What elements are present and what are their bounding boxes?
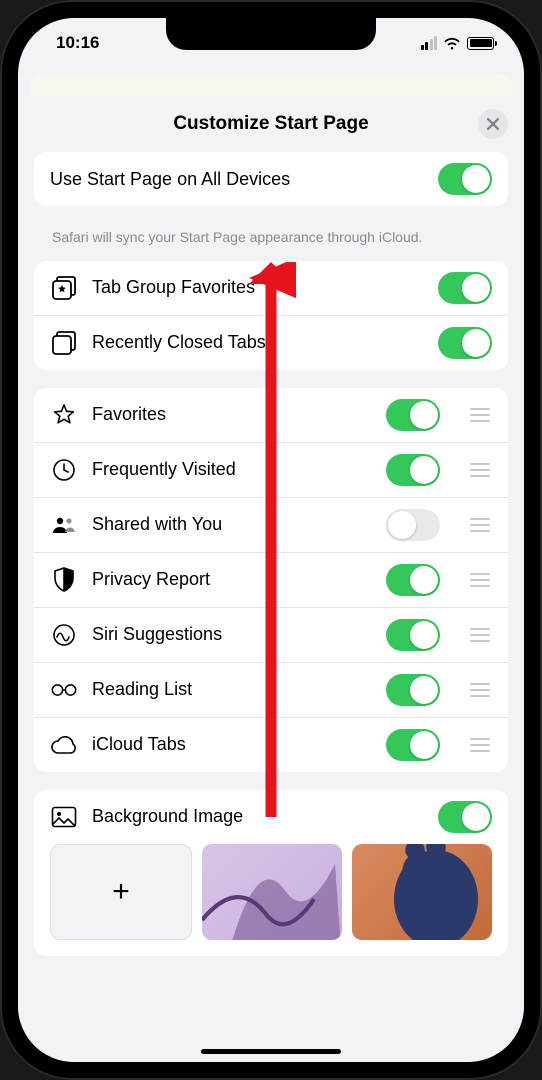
sync-group: Use Start Page on All Devices	[34, 152, 508, 206]
icloud-tabs-row: iCloud Tabs	[34, 717, 508, 772]
background-image-toggle[interactable]	[438, 801, 492, 833]
tab-group-favorites-row: Tab Group Favorites	[34, 261, 508, 315]
cellular-signal-icon	[421, 36, 438, 50]
plus-icon: +	[112, 875, 130, 909]
row-label: Frequently Visited	[92, 459, 372, 480]
close-icon	[487, 118, 499, 130]
screen: 10:16 Customize Start Page	[18, 18, 524, 1062]
drag-handle[interactable]	[468, 463, 492, 477]
sheet-title: Customize Start Page	[173, 113, 368, 135]
drag-handle[interactable]	[468, 518, 492, 532]
row-label: Shared with You	[92, 514, 372, 535]
drag-handle[interactable]	[468, 408, 492, 422]
frequently-visited-toggle[interactable]	[386, 454, 440, 486]
row-label: Privacy Report	[92, 569, 372, 590]
customize-sheet: Customize Start Page Use Start Page on A…	[18, 96, 524, 1062]
row-label: Tab Group Favorites	[92, 277, 424, 298]
clock-icon	[50, 458, 78, 482]
home-indicator[interactable]	[201, 1049, 341, 1054]
background-option-2[interactable]	[352, 844, 492, 940]
recently-closed-tabs-toggle[interactable]	[438, 327, 492, 359]
add-background-button[interactable]: +	[50, 844, 192, 940]
tab-features-group: Tab Group Favorites Recently Closed Tabs	[34, 261, 508, 370]
row-label: Recently Closed Tabs	[92, 332, 424, 353]
row-label: Use Start Page on All Devices	[50, 169, 424, 190]
star-icon	[50, 403, 78, 427]
shared-with-you-row: Shared with You	[34, 497, 508, 552]
close-button[interactable]	[478, 109, 508, 139]
status-time: 10:16	[56, 33, 99, 53]
background-image-group: Background Image +	[34, 790, 508, 956]
background-option-1[interactable]	[202, 844, 342, 940]
row-label: Favorites	[92, 404, 372, 425]
device-frame: 10:16 Customize Start Page	[0, 0, 542, 1080]
drag-handle[interactable]	[468, 738, 492, 752]
use-start-page-all-devices-toggle[interactable]	[438, 163, 492, 195]
row-label: Background Image	[92, 806, 424, 827]
glasses-icon	[50, 683, 78, 697]
recently-closed-tabs-row: Recently Closed Tabs	[34, 315, 508, 370]
shield-icon	[50, 567, 78, 593]
drag-handle[interactable]	[468, 683, 492, 697]
reading-list-toggle[interactable]	[386, 674, 440, 706]
siri-suggestions-toggle[interactable]	[386, 619, 440, 651]
status-indicators	[421, 36, 495, 50]
shared-with-you-toggle[interactable]	[386, 509, 440, 541]
reading-list-row: Reading List	[34, 662, 508, 717]
privacy-report-toggle[interactable]	[386, 564, 440, 596]
sections-group: Favorites Frequently Visited	[34, 388, 508, 772]
favorites-row: Favorites	[34, 388, 508, 442]
drag-handle[interactable]	[468, 573, 492, 587]
use-start-page-all-devices-row: Use Start Page on All Devices	[34, 152, 508, 206]
icloud-tabs-toggle[interactable]	[386, 729, 440, 761]
siri-icon	[50, 623, 78, 647]
cloud-icon	[50, 736, 78, 754]
background-image-row: Background Image	[34, 790, 508, 844]
battery-icon	[467, 37, 494, 50]
tab-group-favorites-toggle[interactable]	[438, 272, 492, 304]
frequently-visited-row: Frequently Visited	[34, 442, 508, 497]
privacy-report-row: Privacy Report	[34, 552, 508, 607]
notch	[166, 18, 376, 50]
sync-footer-note: Safari will sync your Start Page appeara…	[34, 224, 508, 261]
sheet-header: Customize Start Page	[18, 96, 524, 152]
shared-with-you-icon	[50, 515, 78, 535]
siri-suggestions-row: Siri Suggestions	[34, 607, 508, 662]
recently-closed-tabs-icon	[50, 330, 78, 356]
sheet-content[interactable]: Use Start Page on All Devices Safari wil…	[18, 152, 524, 956]
background-thumbnails: +	[34, 844, 508, 956]
row-label: iCloud Tabs	[92, 734, 372, 755]
picture-icon	[50, 806, 78, 828]
drag-handle[interactable]	[468, 628, 492, 642]
favorites-toggle[interactable]	[386, 399, 440, 431]
row-label: Siri Suggestions	[92, 624, 372, 645]
tab-group-favorites-icon	[50, 275, 78, 301]
row-label: Reading List	[92, 679, 372, 700]
wifi-icon	[443, 37, 461, 50]
